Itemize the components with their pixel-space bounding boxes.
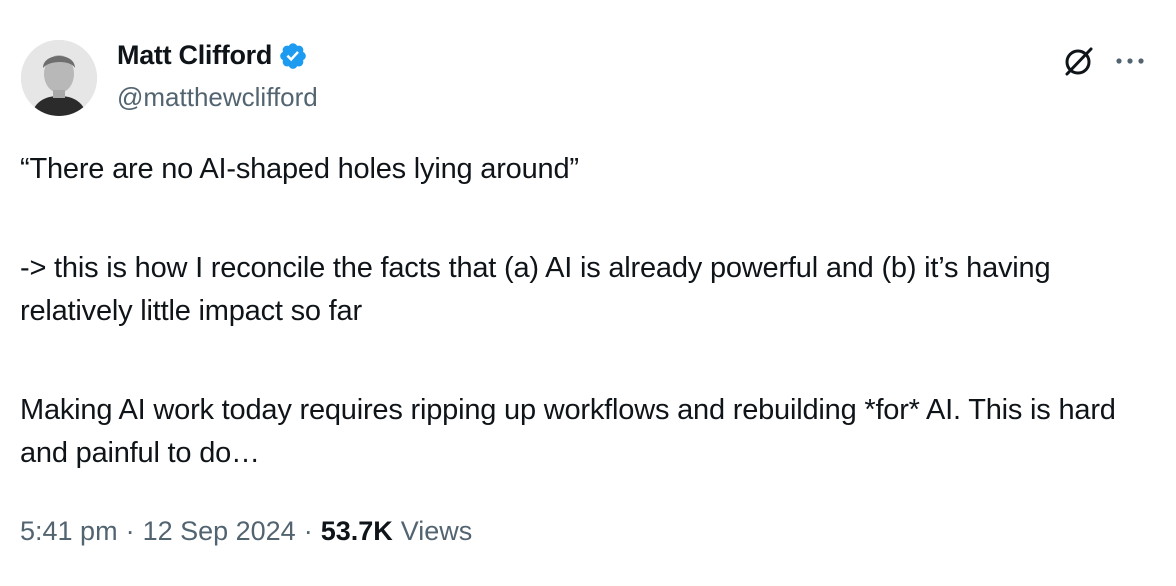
- tweet-date[interactable]: 12 Sep 2024: [143, 516, 296, 547]
- more-icon[interactable]: [1113, 50, 1147, 72]
- grok-icon[interactable]: [1062, 44, 1096, 78]
- meta-separator: ·: [125, 516, 135, 546]
- tweet-paragraph: -> this is how I reconcile the facts tha…: [20, 252, 1059, 327]
- meta-separator: ·: [303, 516, 313, 546]
- avatar[interactable]: [21, 40, 97, 116]
- author-name[interactable]: Matt Clifford: [117, 40, 272, 71]
- tweet-meta: 5:41 pm · 12 Sep 2024 · 53.7K Views: [20, 516, 472, 547]
- verified-badge-icon: [278, 41, 308, 71]
- tweet-paragraph: “There are no AI-shaped holes lying arou…: [20, 153, 579, 185]
- author-handle[interactable]: @matthewclifford: [117, 82, 318, 113]
- tweet-paragraph: Making AI work today requires ripping up…: [20, 394, 1124, 469]
- tweet-text: “There are no AI-shaped holes lying arou…: [20, 148, 1160, 475]
- tweet-time[interactable]: 5:41 pm: [20, 516, 118, 547]
- views-count[interactable]: 53.7K: [321, 516, 393, 547]
- views-label: Views: [400, 516, 473, 546]
- author-row: Matt Clifford: [117, 40, 308, 71]
